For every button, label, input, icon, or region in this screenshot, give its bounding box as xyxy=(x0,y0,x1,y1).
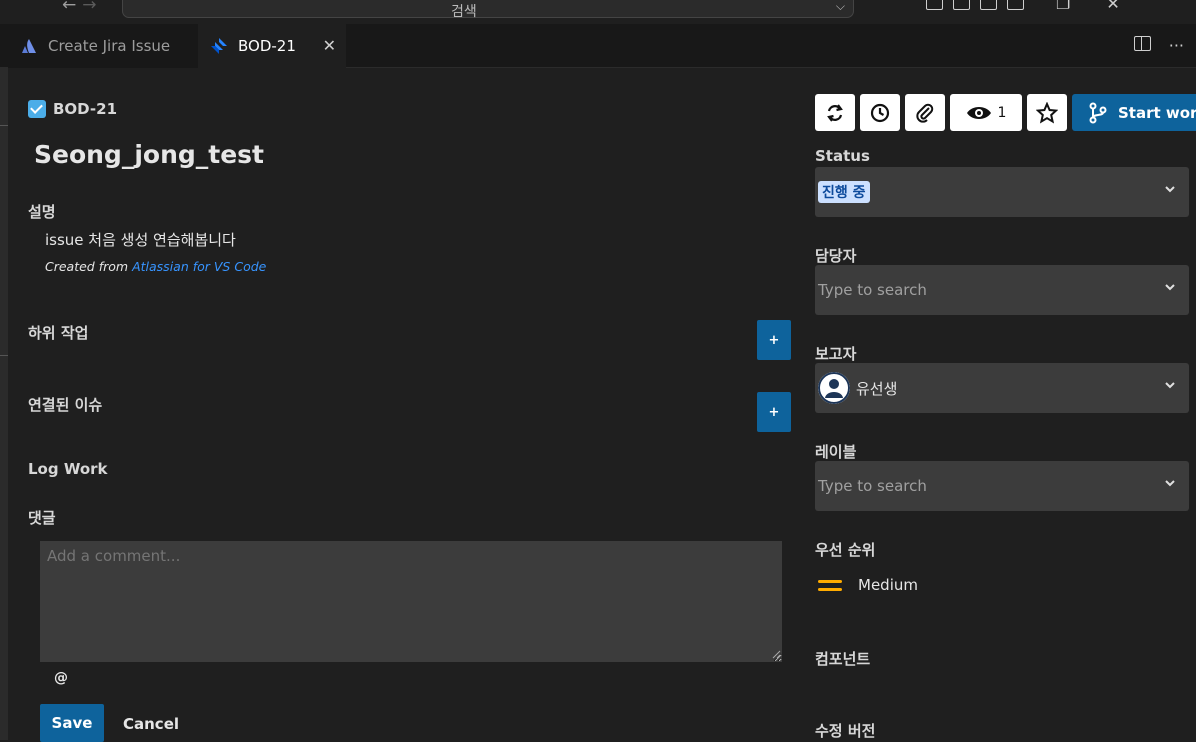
comments-label: 댓글 xyxy=(28,509,56,527)
assignee-label: 담당자 xyxy=(815,247,857,265)
start-work-label: Start work xyxy=(1118,103,1196,122)
created-from-prefix: Created from xyxy=(45,259,129,274)
start-work-button[interactable]: Start work xyxy=(1072,94,1196,131)
add-subtask-button[interactable]: + xyxy=(757,320,791,360)
atlassian-logo-icon xyxy=(22,39,36,53)
toggle-sidebar-icon[interactable] xyxy=(926,0,943,10)
customize-layout-icon[interactable] xyxy=(1007,0,1024,10)
add-linked-issue-button[interactable]: + xyxy=(757,392,791,432)
paperclip-icon xyxy=(916,103,934,123)
reporter-label: 보고자 xyxy=(815,345,857,363)
atlassian-vscode-link[interactable]: Atlassian for VS Code xyxy=(132,259,266,274)
priority-value[interactable]: Medium xyxy=(818,576,918,594)
editor-tab-bar: Create Jira Issue BOD-21 ✕ ··· xyxy=(0,24,1196,68)
chevron-down-icon xyxy=(1165,284,1175,291)
cancel-comment-button[interactable]: Cancel xyxy=(123,715,179,733)
toggle-panel-icon[interactable] xyxy=(953,0,970,10)
command-center-label: 검색 xyxy=(451,4,477,20)
toggle-secondary-sidebar-icon[interactable] xyxy=(980,0,997,10)
close-window-icon[interactable]: ✕ xyxy=(1106,0,1119,13)
jira-logo-icon xyxy=(211,38,227,54)
description-created-from: Created from Atlassian for VS Code xyxy=(45,259,266,274)
watchers-button[interactable]: 1 xyxy=(950,94,1022,131)
reporter-name: 유선생 xyxy=(856,379,898,398)
refresh-icon xyxy=(827,103,843,122)
subtasks-label: 하위 작업 xyxy=(28,324,89,342)
issue-title[interactable]: Seong_jong_test xyxy=(34,140,264,169)
log-work-label[interactable]: Log Work xyxy=(28,460,108,478)
title-bar: ←→ 검색 ⌵ ❐ ✕ xyxy=(0,0,1196,24)
priority-label: 우선 순위 xyxy=(815,541,876,559)
linked-issues-label: 연결된 이슈 xyxy=(28,396,103,414)
status-label: Status xyxy=(815,147,870,165)
history-button[interactable] xyxy=(860,94,900,131)
tab-label: BOD-21 xyxy=(238,37,296,55)
chevron-down-icon xyxy=(1165,186,1175,193)
watchers-count: 1 xyxy=(997,104,1007,121)
close-tab-icon[interactable]: ✕ xyxy=(323,36,336,55)
layout-controls xyxy=(926,0,1024,10)
nav-arrows: ←→ xyxy=(62,0,103,15)
tab-create-jira-issue[interactable]: Create Jira Issue xyxy=(8,24,198,68)
more-actions-icon[interactable]: ··· xyxy=(1169,36,1184,55)
chevron-down-icon[interactable]: ⌵ xyxy=(836,0,845,14)
issue-key[interactable]: BOD-21 xyxy=(53,100,117,118)
restore-window-icon[interactable]: ❐ xyxy=(1056,0,1070,13)
avatar xyxy=(818,372,850,404)
window-controls: ❐ ✕ xyxy=(1056,0,1120,13)
labels-label: 레이블 xyxy=(815,443,857,461)
editor-actions: ··· xyxy=(1133,36,1184,55)
priority-label-text: Medium xyxy=(858,576,918,594)
split-editor-icon[interactable] xyxy=(1133,36,1151,51)
left-edge-panel xyxy=(0,68,8,740)
chevron-down-icon xyxy=(1165,382,1175,389)
assignee-select[interactable]: Type to search xyxy=(815,265,1189,315)
fix-version-label: 수정 버전 xyxy=(815,722,876,740)
command-center-search[interactable]: 검색 ⌵ xyxy=(122,0,854,20)
clock-icon xyxy=(870,103,890,122)
eye-icon xyxy=(966,106,991,119)
comment-input[interactable] xyxy=(40,541,782,662)
priority-medium-icon xyxy=(818,577,842,593)
star-icon xyxy=(1036,101,1058,124)
attachment-button[interactable] xyxy=(905,94,945,131)
refresh-button[interactable] xyxy=(815,94,855,131)
components-label: 컴포넌트 xyxy=(815,650,871,668)
status-badge: 진행 중 xyxy=(818,181,870,203)
vote-button[interactable] xyxy=(1027,94,1067,131)
back-arrow-icon[interactable]: ← xyxy=(62,0,82,15)
description-text[interactable]: issue 처음 생성 연습해봅니다 xyxy=(45,229,236,250)
reporter-select[interactable]: 유선생 xyxy=(815,363,1189,413)
description-label: 설명 xyxy=(28,203,56,221)
resize-grip-icon[interactable] xyxy=(772,650,781,659)
status-select[interactable]: 진행 중 xyxy=(815,167,1189,217)
issue-key-row: BOD-21 xyxy=(28,100,117,118)
forward-arrow-icon[interactable]: → xyxy=(82,0,102,15)
assignee-placeholder: Type to search xyxy=(818,281,927,299)
issue-editor: BOD-21 Seong_jong_test 설명 issue 처음 생성 연습… xyxy=(8,68,1196,742)
chevron-down-icon xyxy=(1165,480,1175,487)
tab-label: Create Jira Issue xyxy=(48,37,171,55)
save-comment-button[interactable]: Save xyxy=(40,704,104,742)
task-type-icon xyxy=(28,100,46,118)
mention-button[interactable]: @ xyxy=(54,670,68,686)
tab-bod-21[interactable]: BOD-21 ✕ xyxy=(198,24,346,68)
labels-select[interactable]: Type to search xyxy=(815,461,1189,511)
labels-placeholder: Type to search xyxy=(818,477,927,495)
branch-icon xyxy=(1089,102,1107,123)
